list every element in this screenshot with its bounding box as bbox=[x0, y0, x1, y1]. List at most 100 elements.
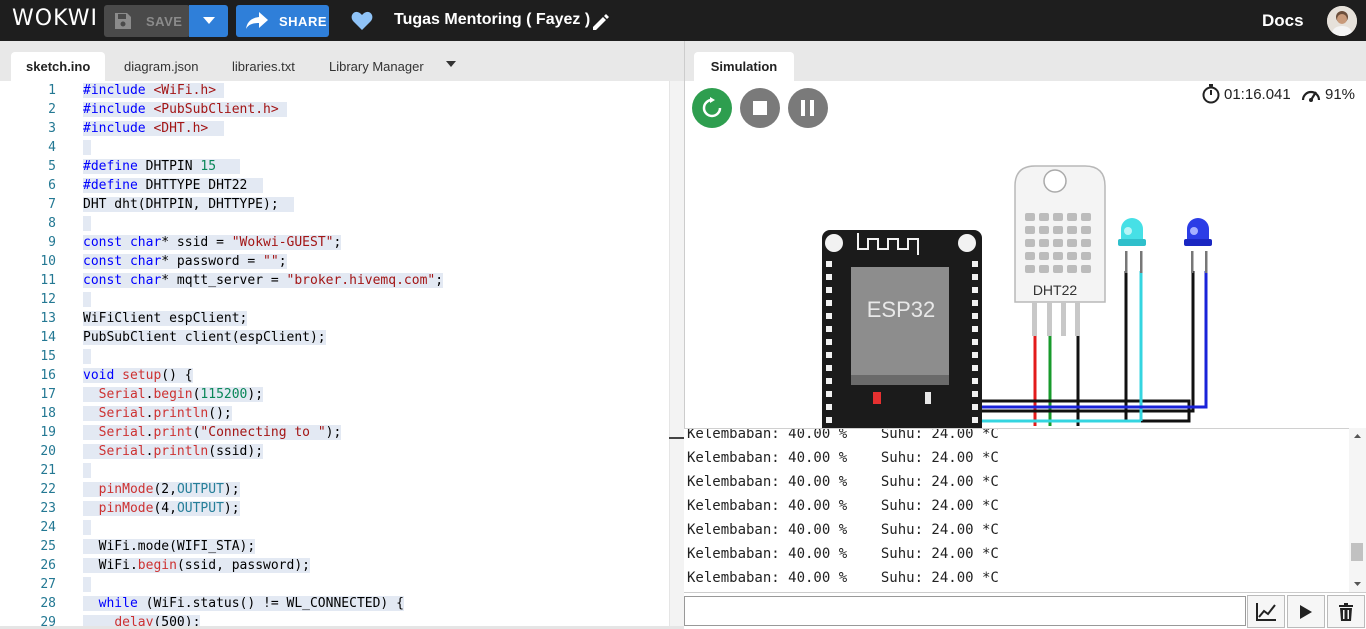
code-line[interactable]: Serial.println(ssid); bbox=[83, 442, 443, 461]
code-line[interactable]: Serial.println(); bbox=[83, 404, 443, 423]
scroll-up-arrow-icon[interactable] bbox=[1349, 430, 1366, 442]
plotter-button[interactable] bbox=[1247, 595, 1285, 628]
code-token: (); bbox=[208, 406, 232, 421]
code-line[interactable]: #include <PubSubClient.h> bbox=[83, 100, 443, 119]
line-number: 21 bbox=[40, 463, 56, 478]
code-line[interactable]: const char* ssid = "Wokwi-GUEST"; bbox=[83, 233, 443, 252]
code-token: Serial bbox=[98, 444, 146, 459]
editor-vertical-scrollbar[interactable] bbox=[669, 81, 684, 629]
line-number: 22 bbox=[40, 482, 56, 497]
code-line[interactable]: pinMode(2,OUTPUT); bbox=[83, 480, 443, 499]
code-token: char bbox=[129, 235, 162, 250]
blue-led[interactable] bbox=[1184, 218, 1212, 273]
user-avatar[interactable] bbox=[1327, 6, 1357, 36]
line-number-gutter: 1 2 3 4 5 6 7 8 9 10 11 12 13 14 15 16 17 18 19 20 21 22 23 24 2… bbox=[0, 81, 70, 629]
pencil-edit-icon[interactable] bbox=[591, 12, 611, 32]
serial-input-field[interactable] bbox=[684, 596, 1246, 626]
code-line[interactable]: Serial.begin(115200); bbox=[83, 385, 443, 404]
code-token: println bbox=[153, 406, 209, 421]
serial-scroll-thumb[interactable] bbox=[1351, 543, 1363, 561]
code-line[interactable]: const char* password = ""; bbox=[83, 252, 443, 271]
line-number: 2 bbox=[48, 102, 56, 117]
code-token: void bbox=[83, 368, 115, 383]
tab-diagram-json[interactable]: diagram.json bbox=[124, 52, 198, 81]
code-line[interactable]: pinMode(4,OUTPUT); bbox=[83, 499, 443, 518]
tab-library-manager[interactable]: Library Manager bbox=[329, 52, 424, 81]
code-line[interactable]: const char* mqtt_server = "broker.hivemq… bbox=[83, 271, 444, 290]
scroll-down-arrow-icon[interactable] bbox=[1349, 578, 1366, 590]
code-line[interactable]: WiFi.begin(ssid, password); bbox=[83, 556, 443, 575]
code-content[interactable]: #include <WiFi.h> #include <PubSubClient… bbox=[83, 81, 444, 629]
code-token: char bbox=[129, 273, 162, 288]
heart-icon[interactable] bbox=[351, 11, 373, 31]
save-options-dropdown[interactable] bbox=[189, 5, 228, 37]
code-token: <DHT.h> bbox=[153, 121, 209, 136]
code-token: 15 bbox=[200, 159, 217, 174]
code-line[interactable]: Serial.print("Connecting to "); bbox=[83, 423, 443, 442]
serial-scrollbar[interactable] bbox=[1349, 428, 1366, 592]
project-title[interactable]: Tugas Mentoring ( Fayez ) bbox=[394, 11, 590, 29]
share-label: SHARE bbox=[279, 13, 328, 29]
code-line[interactable] bbox=[83, 461, 443, 480]
dht22-sensor[interactable]: DHT22 bbox=[1014, 165, 1106, 336]
docs-link[interactable]: Docs bbox=[1262, 11, 1304, 31]
code-line[interactable]: WiFi.mode(WIFI_STA); bbox=[83, 537, 443, 556]
wokwi-logo[interactable]: WOKWI bbox=[12, 6, 98, 31]
share-arrow-icon bbox=[246, 12, 268, 29]
cyan-led[interactable] bbox=[1118, 218, 1146, 273]
play-button[interactable] bbox=[1287, 595, 1325, 628]
code-line[interactable] bbox=[83, 518, 443, 537]
simulation-canvas[interactable]: 01:16.041 91% ESP32 DHT22 bbox=[684, 81, 1366, 428]
code-line[interactable]: WiFiClient espClient; bbox=[83, 309, 443, 328]
tab-libraries-txt[interactable]: libraries.txt bbox=[232, 52, 295, 81]
tab-simulation[interactable]: Simulation bbox=[694, 52, 794, 81]
code-line[interactable]: #define DHTTYPE DHT22 bbox=[83, 176, 443, 195]
code-token: while bbox=[98, 596, 138, 611]
code-line[interactable] bbox=[83, 214, 443, 233]
code-line[interactable] bbox=[83, 575, 443, 594]
code-line[interactable] bbox=[83, 347, 443, 366]
code-token: Serial bbox=[98, 406, 146, 421]
code-line[interactable]: DHT dht(DHTPIN, DHTTYPE); bbox=[83, 195, 443, 214]
serial-output-line: Kelembaban: 40.00 % Suhu: 24.00 *C bbox=[687, 498, 999, 514]
code-token: const bbox=[83, 254, 123, 269]
code-line[interactable]: PubSubClient client(espClient); bbox=[83, 328, 443, 347]
code-editor[interactable]: 1 2 3 4 5 6 7 8 9 10 11 12 13 14 15 16 17 18 19 20 21 22 23 24 2… bbox=[0, 81, 684, 629]
line-number: 7 bbox=[48, 197, 56, 212]
tabs-menu-caret-icon[interactable] bbox=[446, 61, 456, 67]
save-icon bbox=[115, 13, 131, 29]
code-token: 115200 bbox=[200, 387, 248, 402]
circuit-diagram: ESP32 DHT22 bbox=[822, 165, 1212, 428]
code-token: "broker.hivemq.com" bbox=[286, 273, 436, 288]
code-line[interactable]: void setup() { bbox=[83, 366, 443, 385]
trash-icon bbox=[1339, 602, 1353, 621]
tab-sketch-ino[interactable]: sketch.ino bbox=[11, 52, 106, 81]
esp32-board[interactable]: ESP32 bbox=[822, 230, 982, 428]
line-number: 14 bbox=[40, 330, 56, 345]
code-line[interactable]: #define DHTPIN 15 bbox=[83, 157, 443, 176]
share-button[interactable]: SHARE bbox=[236, 5, 329, 37]
serial-output-line: Kelembaban: 40.00 % Suhu: 24.00 *C bbox=[687, 474, 999, 490]
code-token: DHTTYPE DHT22 bbox=[137, 178, 264, 193]
code-line[interactable]: #include <DHT.h> bbox=[83, 119, 443, 138]
code-line[interactable]: #include <WiFi.h> bbox=[83, 81, 443, 100]
code-line[interactable]: while (WiFi.status() != WL_CONNECTED) { bbox=[83, 594, 443, 613]
clear-output-button[interactable] bbox=[1327, 595, 1365, 628]
line-number: 18 bbox=[40, 406, 56, 421]
line-number: 19 bbox=[40, 425, 56, 440]
save-button[interactable]: SAVE bbox=[104, 5, 190, 37]
serial-monitor-output[interactable]: Kelembaban: 40.00 % Suhu: 24.00 *C Kelemb… bbox=[684, 428, 1366, 592]
code-line[interactable] bbox=[83, 138, 443, 157]
code-line[interactable] bbox=[83, 290, 443, 309]
